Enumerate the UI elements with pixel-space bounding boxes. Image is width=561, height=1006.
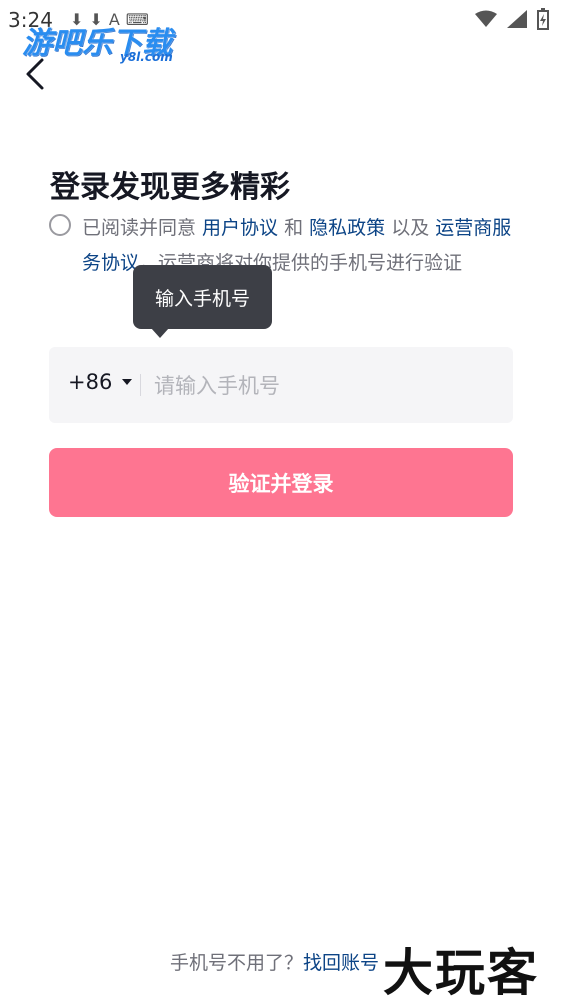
country-code-value: +86 bbox=[68, 370, 113, 394]
back-icon[interactable] bbox=[22, 54, 52, 94]
battery-icon bbox=[537, 8, 549, 30]
wifi-icon bbox=[475, 10, 497, 27]
status-right bbox=[475, 8, 549, 30]
signal-icon bbox=[507, 10, 527, 28]
recover-account-link[interactable]: 找回账号 bbox=[303, 952, 379, 974]
privacy-policy-link[interactable]: 隐私政策 bbox=[309, 217, 385, 239]
agreement-prefix: 已阅读并同意 bbox=[82, 217, 203, 239]
footer: 手机号不用了？找回账号 bbox=[170, 948, 379, 975]
watermark-url: y8l.com bbox=[120, 50, 173, 64]
agreement-and2: 以及 bbox=[385, 217, 436, 239]
caret-down-icon bbox=[122, 379, 133, 385]
page-title: 登录发现更多精彩 bbox=[50, 170, 290, 205]
divider bbox=[140, 374, 141, 396]
phone-input[interactable] bbox=[152, 362, 496, 410]
user-agreement-link[interactable]: 用户协议 bbox=[202, 217, 278, 239]
verify-login-button[interactable]: 验证并登录 bbox=[49, 448, 513, 517]
agreement-checkbox[interactable] bbox=[49, 214, 71, 236]
agreement-and: 和 bbox=[278, 217, 310, 239]
country-code-select[interactable]: +86 bbox=[68, 370, 133, 394]
tooltip: 输入手机号 bbox=[133, 265, 272, 329]
watermark-corner: 大玩客 bbox=[383, 944, 539, 1002]
footer-text: 手机号不用了？ bbox=[170, 952, 304, 974]
tooltip-arrow bbox=[151, 328, 169, 338]
